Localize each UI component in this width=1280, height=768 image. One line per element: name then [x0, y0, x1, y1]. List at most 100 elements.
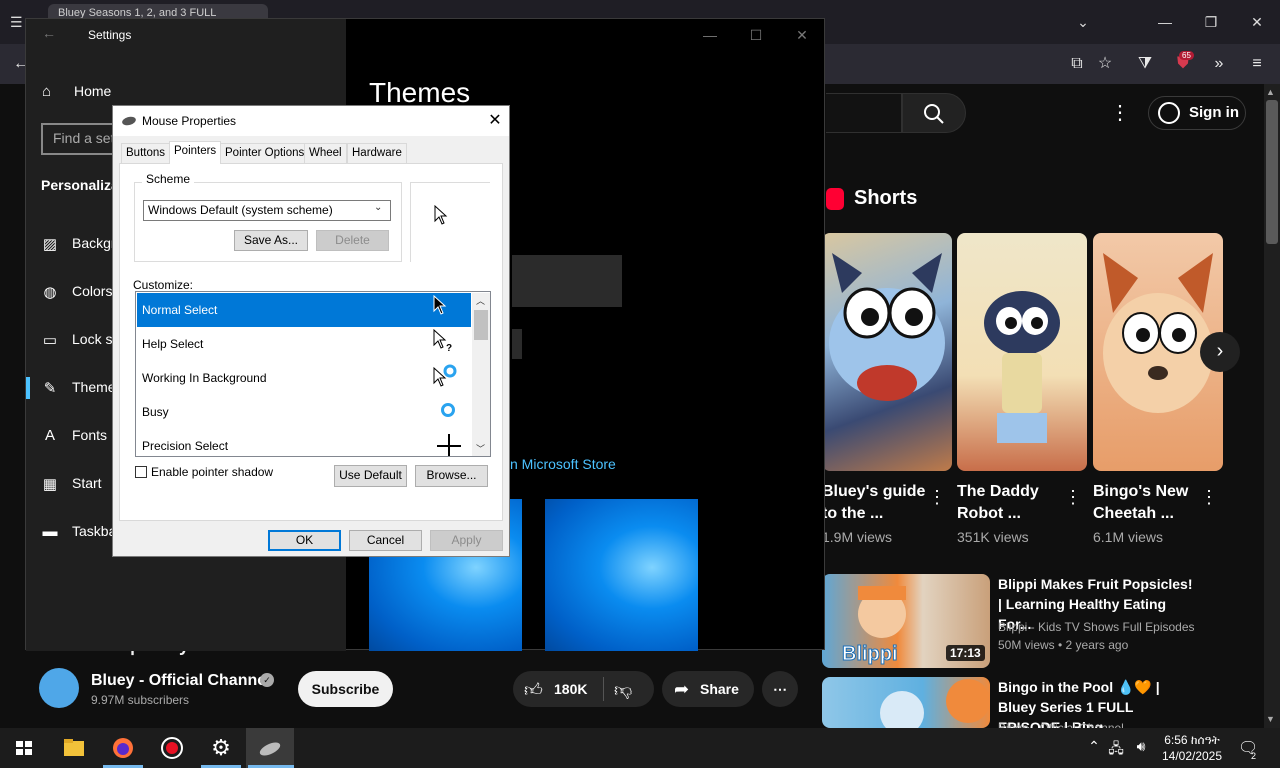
- pointer-shadow-label[interactable]: Enable pointer shadow: [151, 465, 273, 479]
- dialog-close-button[interactable]: ✕: [481, 110, 509, 132]
- scheme-label: Scheme: [142, 172, 195, 186]
- busy-cursor-icon: [441, 403, 455, 417]
- shorts-logo-icon: [826, 188, 844, 210]
- scroll-up-icon[interactable]: ▲: [1266, 87, 1275, 97]
- tab-pointers[interactable]: Pointers: [169, 141, 222, 164]
- browser-close-button[interactable]: ✕: [1242, 8, 1272, 36]
- short-title-1[interactable]: Bluey's guide to the ...: [822, 481, 932, 525]
- scroll-down-icon[interactable]: ▼: [1266, 714, 1275, 724]
- page-scroll-thumb[interactable]: [1266, 100, 1278, 244]
- tab-list-icon[interactable]: ☰: [10, 14, 23, 31]
- settings-back-arrow-icon[interactable]: ←: [42, 25, 56, 41]
- short-title-2[interactable]: The Daddy Robot ...: [957, 481, 1067, 525]
- volume-icon[interactable]: 🔊︎: [1131, 738, 1151, 755]
- like-thumb-icon[interactable]: 👍︎: [524, 679, 543, 701]
- use-default-button[interactable]: Use Default: [334, 465, 407, 487]
- taskbar-icon: ▬: [42, 523, 58, 540]
- video-channel-2[interactable]: Bingo - Official Channel: [998, 721, 1124, 728]
- mouse-control-panel-icon[interactable]: [246, 728, 294, 768]
- account-icon: [1158, 102, 1180, 124]
- save-as-button[interactable]: Save As...: [234, 230, 308, 251]
- short-menu-icon-3[interactable]: ⋮: [1200, 487, 1218, 508]
- theme-placeholder-box: [512, 255, 622, 307]
- browser-minimize-button[interactable]: —: [1150, 8, 1180, 36]
- extensions-icon[interactable]: ⧩: [1132, 52, 1158, 76]
- sidebar-item-colors[interactable]: Colors: [72, 283, 112, 299]
- bookmark-star-icon[interactable]: ☆: [1092, 52, 1118, 76]
- settings-close-button[interactable]: ✕: [782, 23, 822, 47]
- share-arrow-icon: ➦: [674, 679, 690, 699]
- short-thumbnail-1[interactable]: [822, 233, 952, 471]
- pointers-tab-panel: Scheme Windows Default (system scheme) ⌄…: [119, 163, 503, 521]
- video-duration: 17:13: [946, 645, 985, 661]
- start-button[interactable]: [0, 728, 48, 768]
- settings-maximize-button[interactable]: ☐: [736, 23, 776, 47]
- list-item-busy[interactable]: Busy: [137, 395, 471, 429]
- youtube-search-input[interactable]: [826, 93, 902, 133]
- picture-in-picture-icon[interactable]: ⧉: [1064, 52, 1090, 76]
- preview-arrow-cursor-icon: [434, 204, 448, 229]
- theme-placeholder-box-2: [512, 329, 522, 359]
- app-menu-icon[interactable]: ≡: [1244, 52, 1270, 76]
- theme-tile-2[interactable]: [545, 499, 698, 651]
- more-options-icon[interactable]: ⋮: [1108, 96, 1132, 130]
- tab-hardware[interactable]: Hardware: [347, 143, 407, 163]
- list-scroll-down-icon[interactable]: ﹀: [476, 442, 485, 455]
- scheme-select[interactable]: Windows Default (system scheme): [143, 200, 391, 221]
- tab-buttons[interactable]: Buttons: [121, 143, 170, 163]
- pointer-list[interactable]: Normal Select Help Select Working In Bac…: [135, 291, 491, 457]
- channel-name[interactable]: Bluey - Official Channel: [91, 672, 271, 690]
- taskbar-clock[interactable]: 6:56 ከሰዓት 14/02/2025: [1160, 732, 1224, 764]
- list-item-help-select[interactable]: Help Select: [137, 327, 471, 361]
- cancel-button[interactable]: Cancel: [349, 530, 422, 551]
- list-item-precision-select[interactable]: Precision Select: [137, 429, 471, 456]
- subscribe-button[interactable]: Subscribe: [298, 671, 393, 707]
- more-actions-button[interactable]: ⋯: [762, 671, 798, 707]
- firefox-icon[interactable]: [99, 728, 147, 768]
- shorts-next-arrow-icon[interactable]: ›: [1200, 332, 1240, 372]
- short-menu-icon-2[interactable]: ⋮: [1064, 487, 1082, 508]
- network-icon[interactable]: 🖧︎: [1106, 738, 1126, 762]
- show-hidden-icons-chevron-icon[interactable]: ⌃: [1084, 738, 1104, 755]
- like-count[interactable]: 180K: [554, 671, 587, 707]
- svg-text:?: ?: [446, 343, 452, 353]
- microsoft-store-link[interactable]: n Microsoft Store: [510, 456, 616, 472]
- sidebar-item-fonts[interactable]: Fonts: [72, 427, 107, 443]
- shorts-heading: Shorts: [854, 187, 918, 209]
- like-divider: [603, 677, 604, 701]
- list-scroll-up-icon[interactable]: ︿: [476, 294, 485, 307]
- short-title-3[interactable]: Bingo's New Cheetah ...: [1093, 481, 1203, 525]
- browse-button[interactable]: Browse...: [415, 465, 488, 487]
- youtube-search-button[interactable]: [902, 93, 966, 133]
- overflow-chevron-icon[interactable]: »: [1206, 52, 1232, 76]
- ok-button[interactable]: OK: [268, 530, 341, 551]
- bluey-thumbnail-art: [829, 253, 945, 401]
- extension-badge: 65: [1179, 51, 1194, 60]
- tab-wheel[interactable]: Wheel: [304, 143, 347, 163]
- short-menu-icon-1[interactable]: ⋮: [928, 487, 946, 508]
- dislike-thumb-icon[interactable]: 👎︎: [614, 679, 632, 701]
- recorder-icon[interactable]: [148, 728, 196, 768]
- chevron-down-icon[interactable]: ⌄: [374, 202, 382, 213]
- short-thumbnail-2[interactable]: [957, 233, 1087, 471]
- sidebar-item-start[interactable]: Start: [72, 475, 102, 491]
- settings-home[interactable]: Home: [74, 83, 111, 99]
- channel-subscribers: 9.97M subscribers: [91, 693, 190, 707]
- dialog-title: Mouse Properties: [142, 114, 237, 128]
- list-tabs-chevron-icon[interactable]: ⌄: [1068, 8, 1098, 36]
- settings-minimize-button[interactable]: —: [690, 23, 730, 47]
- bingo-pool-thumbnail-art: [880, 679, 990, 728]
- file-explorer-icon[interactable]: [50, 728, 98, 768]
- channel-avatar[interactable]: [39, 668, 79, 708]
- browser-restore-button[interactable]: ❐: [1196, 8, 1226, 36]
- clock-time: 6:56 ከሰዓት: [1164, 733, 1220, 747]
- pointer-shadow-checkbox[interactable]: [135, 466, 147, 478]
- tab-pointer-options[interactable]: Pointer Options: [220, 143, 310, 163]
- list-item-working-in-background[interactable]: Working In Background: [137, 361, 471, 395]
- cursor-preview: [410, 182, 490, 262]
- settings-gear-icon[interactable]: ⚙: [197, 728, 245, 768]
- list-item-normal-select[interactable]: Normal Select: [137, 293, 471, 327]
- video-channel-1[interactable]: Blippi - Kids TV Shows Full Episodes: [998, 620, 1195, 634]
- video-thumbnail-2[interactable]: [822, 677, 990, 728]
- pointer-list-scroll-thumb[interactable]: [474, 310, 488, 340]
